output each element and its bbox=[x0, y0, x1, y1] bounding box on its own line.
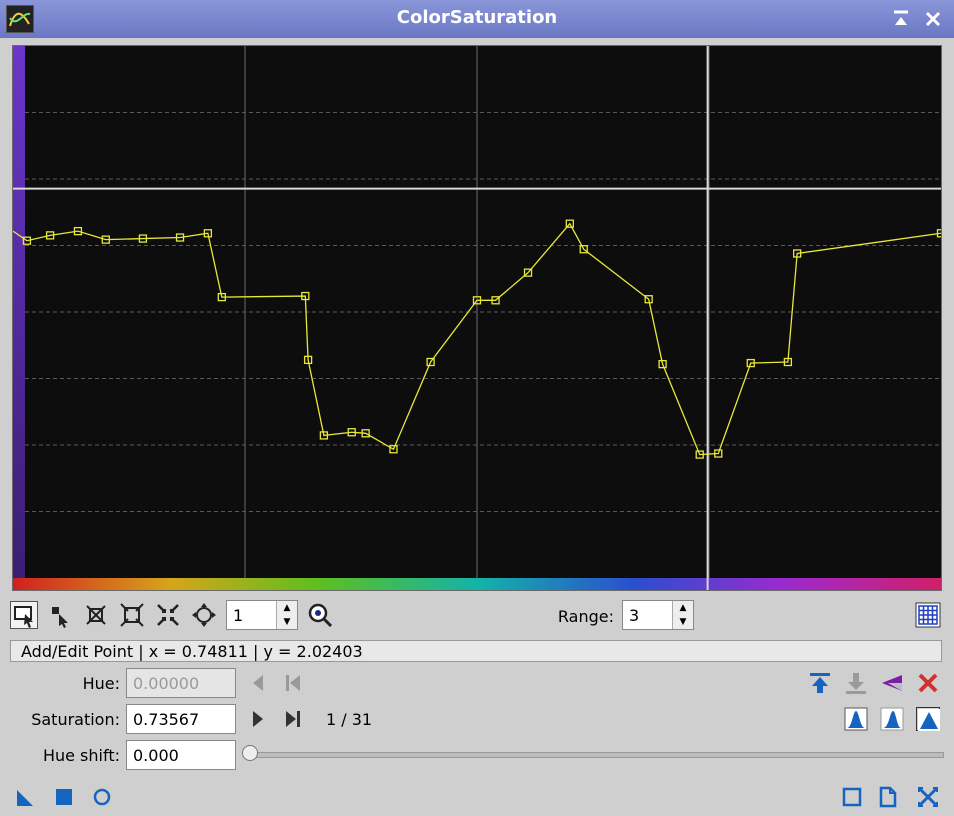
hue-shift-slider-handle[interactable] bbox=[242, 745, 258, 761]
zoom-spinbox[interactable]: 1 ▲ ▼ bbox=[226, 600, 298, 630]
close-window-button[interactable] bbox=[922, 8, 944, 30]
last-point-icon[interactable] bbox=[281, 707, 305, 731]
curve-graph[interactable] bbox=[12, 45, 942, 591]
range-label: Range: bbox=[557, 607, 614, 626]
edit-instance-icon[interactable] bbox=[876, 785, 900, 809]
grid-toggle-icon[interactable] bbox=[914, 601, 942, 629]
hue-shift-slider-track[interactable] bbox=[250, 752, 944, 758]
linear-interpolation-icon[interactable] bbox=[916, 707, 940, 731]
curve-chart[interactable] bbox=[13, 46, 941, 590]
zoom-readout-icon[interactable] bbox=[306, 601, 334, 629]
bottom-bar bbox=[0, 778, 954, 816]
point-counter: 1 / 31 bbox=[326, 710, 373, 729]
first-point-icon[interactable] bbox=[281, 671, 305, 695]
cubic-interpolation-icon[interactable] bbox=[880, 707, 904, 731]
hue-shift-field[interactable]: 0.000 bbox=[126, 740, 236, 770]
range-spin-arrows[interactable]: ▲ ▼ bbox=[672, 601, 693, 629]
select-tool-icon[interactable] bbox=[46, 601, 74, 629]
grid-lines bbox=[13, 46, 941, 590]
reset-curve-icon[interactable] bbox=[916, 671, 940, 695]
edit-point-tool-icon[interactable] bbox=[10, 601, 38, 629]
restore-curve-icon[interactable] bbox=[844, 671, 868, 695]
new-instance-icon[interactable] bbox=[14, 785, 38, 809]
status-text: Add/Edit Point | x = 0.74811 | y = 2.024… bbox=[21, 642, 363, 661]
store-curve-icon[interactable] bbox=[808, 671, 832, 695]
hue-spectrum-bar bbox=[13, 578, 941, 590]
akima-interpolation-icon[interactable] bbox=[844, 707, 868, 731]
range-value: 3 bbox=[629, 606, 640, 625]
saturation-label: Saturation: bbox=[31, 710, 120, 729]
pan-icon[interactable] bbox=[190, 601, 218, 629]
hue-label: Hue: bbox=[82, 674, 120, 693]
hue-field[interactable]: 0.00000 bbox=[126, 668, 236, 698]
range-spinbox[interactable]: 3 ▲ ▼ bbox=[622, 600, 694, 630]
real-time-preview-icon[interactable] bbox=[90, 785, 114, 809]
zoom-spin-arrows[interactable]: ▲ ▼ bbox=[276, 601, 297, 629]
zoom-out-icon[interactable] bbox=[154, 601, 182, 629]
shade-button[interactable] bbox=[890, 8, 912, 30]
saturation-field[interactable]: 0.73567 bbox=[126, 704, 236, 734]
zoom-fit-icon[interactable] bbox=[118, 601, 146, 629]
invert-curve-icon[interactable] bbox=[880, 671, 904, 695]
browse-documentation-icon[interactable] bbox=[840, 785, 864, 809]
graph-toolbar: 1 ▲ ▼ Range: 3 ▲ ▼ bbox=[8, 599, 948, 633]
apply-global-icon[interactable] bbox=[52, 785, 76, 809]
zoom-value: 1 bbox=[233, 606, 244, 625]
title-bar: ColorSaturation bbox=[0, 0, 954, 38]
previous-point-icon[interactable] bbox=[246, 671, 270, 695]
delete-point-tool-icon[interactable] bbox=[82, 601, 110, 629]
hue-shift-label: Hue shift: bbox=[42, 746, 120, 765]
next-point-icon[interactable] bbox=[246, 707, 270, 731]
status-line: Add/Edit Point | x = 0.74811 | y = 2.024… bbox=[10, 640, 942, 662]
reset-instance-icon[interactable] bbox=[916, 785, 940, 809]
saturation-scale-bar bbox=[13, 46, 25, 590]
window-title: ColorSaturation bbox=[396, 7, 558, 28]
